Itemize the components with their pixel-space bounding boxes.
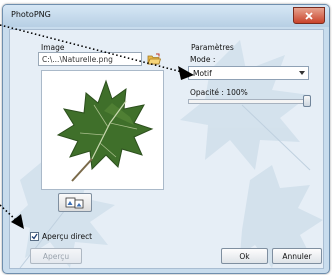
window-title: PhotoPNG — [11, 10, 51, 19]
leaf-image — [56, 79, 154, 182]
close-button[interactable] — [293, 7, 325, 24]
apercu-direct-label: Aperçu direct — [42, 232, 93, 241]
opacity-slider-thumb[interactable] — [303, 95, 311, 107]
apercu-direct-checkbox[interactable] — [30, 232, 39, 241]
checkmark-icon — [31, 233, 38, 240]
params-section-label: Paramètres — [191, 43, 234, 52]
open-folder-icon[interactable] — [147, 53, 161, 65]
image-path-field[interactable]: C:\...\Naturelle.png — [38, 52, 142, 66]
chevron-down-icon — [299, 71, 305, 75]
mode-select[interactable]: Motif — [188, 66, 309, 80]
mode-select-value: Motif — [193, 69, 212, 78]
mode-label: Mode : — [190, 55, 216, 64]
title-bar[interactable]: PhotoPNG — [3, 5, 329, 27]
image-resize-icon — [65, 197, 84, 208]
opacity-slider-track[interactable] — [188, 99, 310, 104]
opacity-label: Opacité : 100% — [190, 88, 248, 97]
apercu-button[interactable]: Aperçu — [30, 248, 82, 264]
image-section-label: Image — [41, 43, 65, 52]
ok-button[interactable]: Ok — [221, 248, 268, 264]
preview-size-button[interactable] — [58, 193, 92, 212]
annuler-button[interactable]: Annuler — [272, 248, 322, 264]
image-preview — [41, 70, 164, 190]
close-icon — [305, 11, 313, 20]
